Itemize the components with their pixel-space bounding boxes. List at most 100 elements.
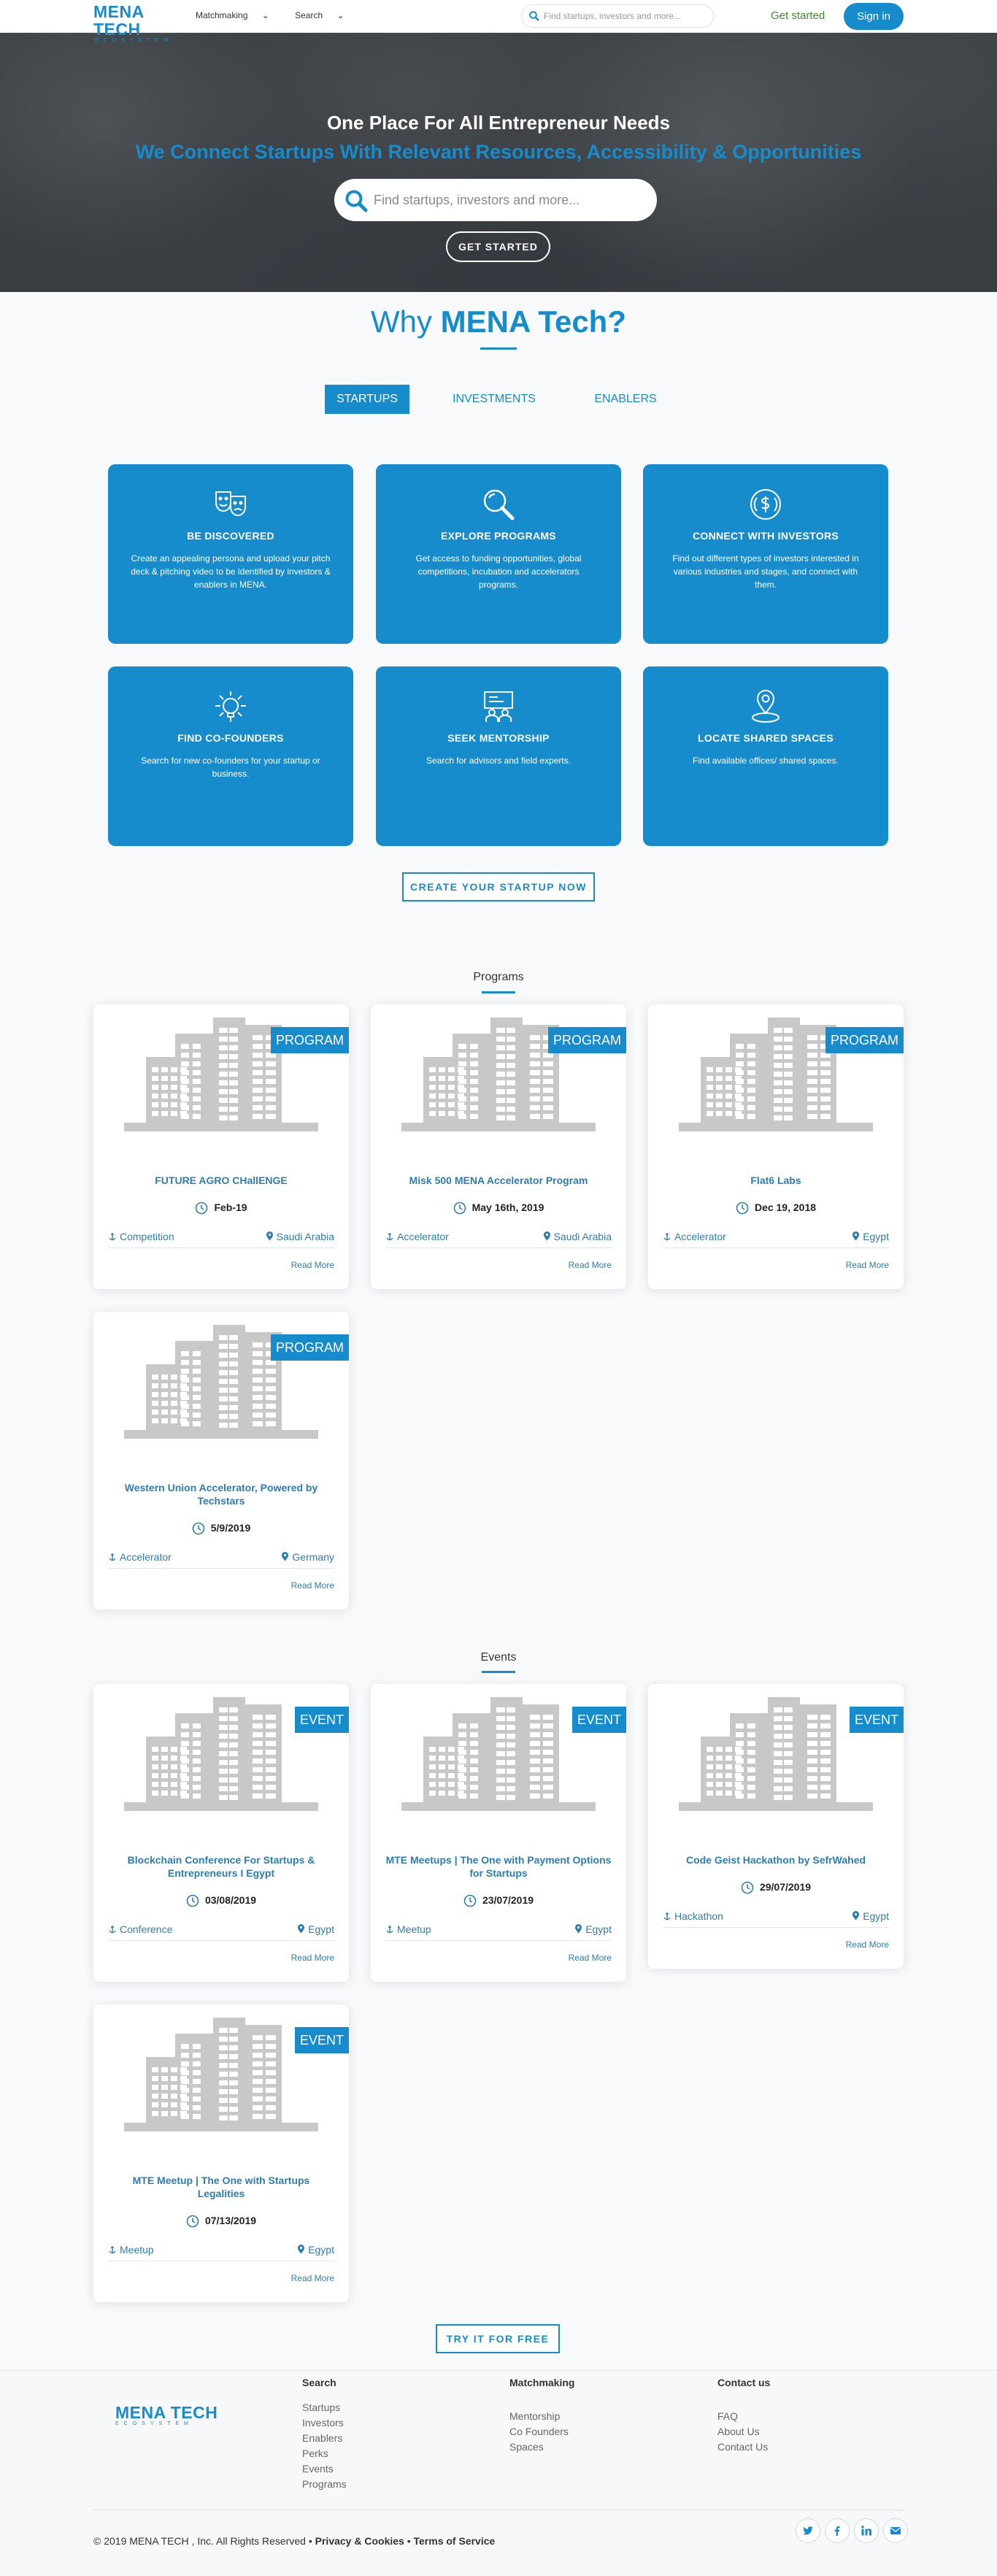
mentor-board-icon — [484, 691, 513, 722]
feature-card-shared-spaces[interactable]: LOCATE SHARED SPACES Find available offi… — [643, 666, 888, 846]
card-title[interactable]: Western Union Accelerator, Powered by Te… — [108, 1481, 334, 1507]
card-image: EVENT — [371, 1684, 626, 1821]
card-title[interactable]: Flat6 Labs — [663, 1174, 889, 1187]
card-category-text: Meetup — [397, 1923, 431, 1935]
card-date-text: 23/07/2019 — [482, 1894, 534, 1906]
hero-search-input[interactable] — [374, 191, 644, 209]
event-card[interactable]: EVENT MTE Meetup | The One with Startups … — [93, 2004, 349, 2302]
feature-text: Find available offices/ shared spaces. — [693, 756, 839, 766]
card-title[interactable]: Misk 500 MENA Accelerator Program — [385, 1174, 612, 1187]
category-anchor-icon — [386, 1233, 393, 1241]
email-icon — [890, 2527, 901, 2534]
card-type-badge: EVENT — [849, 1707, 904, 1733]
hero-get-started-button[interactable]: GET STARTED — [446, 231, 550, 262]
get-started-link[interactable]: Get started — [771, 9, 825, 22]
read-more-link[interactable]: Read More — [291, 1260, 334, 1270]
read-more-link[interactable]: Read More — [569, 1953, 612, 1963]
heading-underline — [482, 991, 515, 993]
privacy-label: Privacy & Cookies — [315, 2535, 404, 2547]
feature-title: SEEK MENTORSHIP — [447, 732, 550, 744]
card-location-text: Egypt — [585, 1923, 612, 1935]
footer-link-cofounders[interactable]: Co Founders — [509, 2424, 574, 2439]
clock-icon — [196, 1202, 208, 1215]
facebook-link[interactable] — [825, 2518, 850, 2543]
linkedin-link[interactable] — [854, 2518, 879, 2543]
card-date: 23/07/2019 — [371, 1894, 626, 1907]
footer-link-spaces[interactable]: Spaces — [509, 2439, 574, 2455]
footer-link-contact[interactable]: Contact Us — [717, 2439, 770, 2455]
card-location: Egypt — [852, 1910, 889, 1922]
read-more-link[interactable]: Read More — [846, 1260, 889, 1270]
card-category-text: Conference — [120, 1923, 173, 1935]
footer-link-startups[interactable]: Startups — [302, 2400, 347, 2415]
location-pin-icon — [852, 1911, 860, 1921]
card-location: Egypt — [297, 2244, 334, 2256]
program-card[interactable]: PROGRAM FUTURE AGRO CHallENGE Feb-19 Compet… — [93, 1004, 349, 1289]
sign-in-button[interactable]: Sign in — [844, 3, 904, 30]
top-navbar: MENA TECH ECOSYSTEM Matchmaking ⌄ Search… — [0, 0, 997, 43]
card-title[interactable]: MTE Meetups | The One with Payment Optio… — [385, 1853, 612, 1880]
footer-link-investors[interactable]: Investors — [302, 2415, 347, 2431]
why-heading: Why MENA Tech? — [0, 304, 997, 339]
read-more-link[interactable]: Read More — [291, 1953, 334, 1963]
footer-link-enablers[interactable]: Enablers — [302, 2431, 347, 2446]
card-type-badge: PROGRAM — [825, 1027, 904, 1053]
card-title[interactable]: FUTURE AGRO CHallENGE — [108, 1174, 334, 1187]
feature-card-connect-investors[interactable]: CONNECT WITH INVESTORS Find out differen… — [643, 464, 888, 644]
card-date-text: 03/08/2019 — [204, 1894, 257, 1906]
building-placeholder-icon — [401, 1697, 596, 1811]
footer-link-about[interactable]: About Us — [717, 2424, 770, 2439]
card-divider — [663, 1927, 889, 1928]
read-more-link[interactable]: Read More — [291, 2273, 334, 2283]
program-card[interactable]: PROGRAM Misk 500 MENA Accelerator Program… — [371, 1004, 626, 1289]
try-free-button[interactable]: TRY IT FOR FREE — [436, 2324, 560, 2353]
location-pin-icon — [752, 690, 779, 723]
feature-card-explore-programs[interactable]: EXPLORE PROGRAMS Get access to funding o… — [376, 464, 621, 644]
email-link[interactable] — [883, 2518, 908, 2543]
read-more-link[interactable]: Read More — [846, 1939, 889, 1950]
card-title[interactable]: MTE Meetup | The One with Startups Legal… — [108, 2174, 334, 2200]
card-image: EVENT — [93, 1684, 349, 1821]
event-card[interactable]: EVENT MTE Meetups | The One with Payment … — [371, 1684, 626, 1982]
card-image: EVENT — [648, 1684, 904, 1821]
building-placeholder-icon — [679, 1018, 873, 1131]
read-more-link[interactable]: Read More — [569, 1260, 612, 1270]
footer-logo[interactable]: MENA TECH ECOSYSTEM — [115, 2404, 218, 2427]
event-card[interactable]: EVENT Blockchain Conference For Startups … — [93, 1684, 349, 1982]
tab-investments[interactable]: INVESTMENTS — [443, 385, 545, 414]
footer-link-mentorship[interactable]: Mentorship — [509, 2409, 574, 2424]
feature-title: EXPLORE PROGRAMS — [440, 530, 557, 542]
nav-search[interactable]: Search ⌄ — [295, 10, 355, 20]
program-card[interactable]: PROGRAM Flat6 Labs Dec 19, 2018 Accelerator… — [648, 1004, 904, 1289]
create-startup-button[interactable]: CREATE YOUR STARTUP NOW — [402, 872, 595, 901]
footer-link-programs[interactable]: Programs — [302, 2477, 347, 2492]
nav-search-input[interactable] — [544, 9, 704, 23]
tab-startups[interactable]: STARTUPS — [325, 385, 409, 414]
privacy-link[interactable]: Privacy & Cookies — [315, 2535, 404, 2547]
feature-card-find-cofounders[interactable]: FIND CO-FOUNDERS Search for new co-found… — [108, 666, 353, 846]
tab-enablers[interactable]: ENABLERS — [583, 385, 668, 414]
card-divider — [108, 1940, 334, 1941]
nav-matchmaking[interactable]: Matchmaking ⌄ — [196, 10, 281, 20]
card-location: Saudi Arabia — [543, 1231, 612, 1242]
event-card[interactable]: EVENT Code Geist Hackathon by SefrWahed 29… — [648, 1684, 904, 1969]
site-logo[interactable]: MENA TECH ECOSYSTEM — [93, 3, 188, 44]
footer-link-faq[interactable]: FAQ — [717, 2409, 770, 2424]
why-brand: MENA Tech? — [440, 304, 626, 339]
heading-underline — [480, 347, 517, 350]
program-card[interactable]: PROGRAM Western Union Accelerator, Powere… — [93, 1312, 349, 1610]
card-title[interactable]: Code Geist Hackathon by SefrWahed — [663, 1853, 889, 1866]
footer-link-perks[interactable]: Perks — [302, 2446, 347, 2461]
clock-icon — [186, 2215, 199, 2228]
card-title[interactable]: Blockchain Conference For Startups & Ent… — [108, 1853, 334, 1880]
terms-link[interactable]: Terms of Service — [414, 2535, 496, 2547]
feature-card-be-discovered[interactable]: BE DISCOVERED Create an appealing person… — [108, 464, 353, 644]
card-date-text: 29/07/2019 — [759, 1881, 812, 1893]
feature-card-seek-mentorship[interactable]: SEEK MENTORSHIP Search for advisors and … — [376, 666, 621, 846]
twitter-link[interactable] — [796, 2518, 820, 2543]
read-more-link[interactable]: Read More — [291, 1580, 334, 1591]
idea-bulb-icon — [215, 691, 246, 722]
chevron-down-icon: ⌄ — [261, 10, 269, 20]
footer-link-events[interactable]: Events — [302, 2461, 347, 2477]
card-divider — [108, 1568, 334, 1569]
